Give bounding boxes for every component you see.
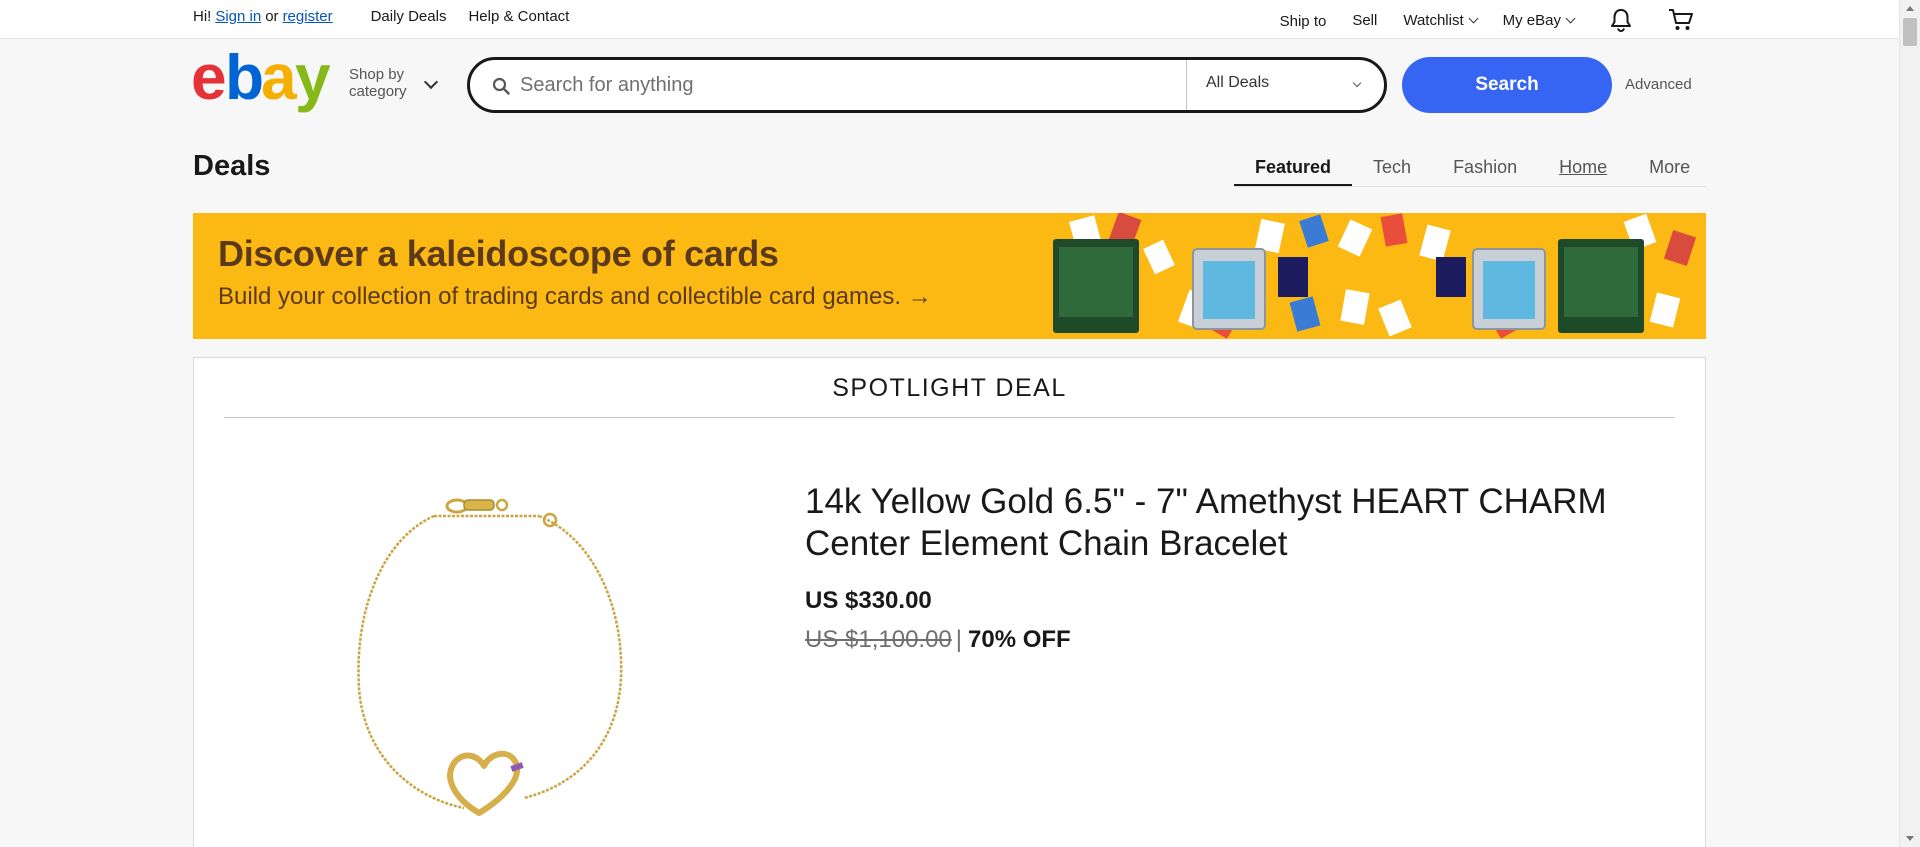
help-contact-link[interactable]: Help & Contact bbox=[468, 8, 569, 25]
register-link[interactable]: register bbox=[283, 8, 333, 25]
ebay-logo[interactable]: e b a y bbox=[191, 41, 341, 115]
chevron-down-icon bbox=[1468, 13, 1479, 23]
svg-text:a: a bbox=[261, 53, 297, 113]
tab-label: Tech bbox=[1373, 157, 1412, 177]
sell-link[interactable]: Sell bbox=[1352, 12, 1377, 29]
advanced-search-link[interactable]: Advanced bbox=[1625, 76, 1692, 93]
ship-to-label: Ship to bbox=[1279, 13, 1327, 30]
tab-label: Home bbox=[1559, 157, 1608, 177]
category-select[interactable]: All Deals bbox=[1186, 60, 1384, 110]
greeting-area: Hi! Sign in or register Daily Deals Help… bbox=[193, 8, 569, 25]
banner-headline: Discover a kaleidoscope of cards bbox=[218, 233, 779, 274]
daily-deals-link[interactable]: Daily Deals bbox=[371, 8, 447, 25]
product-image[interactable] bbox=[324, 498, 664, 838]
original-price-row: US $1,100.00 | 70% OFF bbox=[805, 626, 1071, 654]
scroll-thumb[interactable] bbox=[1903, 18, 1917, 46]
tab-label: Featured bbox=[1255, 157, 1332, 177]
banner-subline: Build your collection of trading cards a… bbox=[218, 283, 932, 310]
page-scrollbar[interactable] bbox=[1899, 0, 1920, 847]
chevron-down-icon bbox=[423, 74, 439, 90]
bell-icon bbox=[1611, 9, 1631, 32]
svg-text:y: y bbox=[295, 53, 331, 113]
category-select-value: All Deals bbox=[1206, 74, 1270, 91]
tab-featured[interactable]: Featured bbox=[1234, 156, 1353, 186]
tab-label: Fashion bbox=[1453, 157, 1518, 177]
svg-text:b: b bbox=[225, 53, 262, 113]
scroll-up-arrow-icon[interactable] bbox=[1906, 6, 1914, 11]
divider bbox=[224, 417, 1675, 418]
search-input[interactable] bbox=[520, 69, 1140, 101]
search-bar: All Deals bbox=[467, 57, 1387, 113]
tab-tech[interactable]: Tech bbox=[1352, 156, 1432, 186]
spotlight-deal-card: SPOTLIGHT DEAL 14k Yellow Gold 6.5" - 7"… bbox=[193, 357, 1706, 847]
tab-fashion[interactable]: Fashion bbox=[1432, 156, 1538, 186]
my-ebay-menu[interactable]: My eBay bbox=[1502, 11, 1576, 29]
notifications-button[interactable] bbox=[1610, 8, 1632, 32]
greeting-text: Hi! bbox=[193, 8, 212, 25]
deals-tabs: Featured Tech Fashion Home More bbox=[1234, 156, 1706, 187]
or-text: or bbox=[265, 8, 279, 25]
chevron-down-icon bbox=[1352, 78, 1362, 88]
search-icon bbox=[492, 77, 510, 95]
svg-text:e: e bbox=[191, 53, 225, 113]
topbar-right: Ship to Sell Watchlist My eBay bbox=[1254, 8, 1694, 32]
category-line: category bbox=[349, 83, 407, 100]
scroll-down-arrow-icon[interactable] bbox=[1906, 836, 1914, 841]
tab-label: More bbox=[1649, 157, 1691, 177]
price-separator: | bbox=[955, 626, 963, 653]
trading-cards-image bbox=[1053, 213, 1697, 339]
cart-button[interactable] bbox=[1668, 8, 1694, 32]
tab-home[interactable]: Home bbox=[1538, 156, 1628, 186]
watchlist-menu[interactable]: Watchlist bbox=[1403, 11, 1479, 29]
sign-in-link[interactable]: Sign in bbox=[215, 8, 261, 25]
deal-price: US $330.00 bbox=[805, 587, 932, 614]
ship-to-link[interactable]: Ship to bbox=[1280, 13, 1327, 30]
cart-icon bbox=[1669, 9, 1693, 30]
watchlist-label: Watchlist bbox=[1403, 11, 1464, 29]
original-price: US $1,100.00 bbox=[805, 626, 952, 653]
promo-banner[interactable]: Discover a kaleidoscope of cards Build y… bbox=[193, 213, 1706, 339]
page-title: Deals bbox=[193, 150, 271, 182]
tab-more[interactable]: More bbox=[1628, 156, 1711, 186]
search-button[interactable]: Search bbox=[1402, 57, 1612, 113]
chevron-down-icon bbox=[1565, 13, 1576, 23]
spotlight-heading: SPOTLIGHT DEAL bbox=[832, 374, 1067, 402]
top-utility-bar: Hi! Sign in or register Daily Deals Help… bbox=[0, 0, 1899, 39]
my-ebay-label: My eBay bbox=[1502, 11, 1561, 29]
shop-by-category-label: Shop by category bbox=[349, 66, 407, 100]
bracelet-image bbox=[357, 498, 623, 816]
discount-badge: 70% OFF bbox=[968, 626, 1071, 653]
product-title-link[interactable]: 14k Yellow Gold 6.5" - 7" Amethyst HEART… bbox=[805, 481, 1635, 565]
shop-by-line: Shop by bbox=[349, 66, 405, 83]
